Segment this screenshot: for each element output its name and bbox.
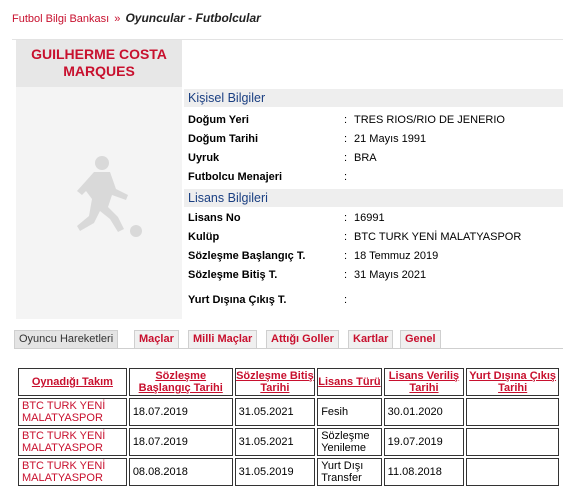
info-row-contract-start: Sözleşme Başlangıç T. : 18 Temmuz 2019 <box>184 247 563 265</box>
cell-contract-end: 31.05.2021 <box>234 428 316 456</box>
tab-player-moves[interactable]: Oyuncu Hareketleri <box>14 330 119 348</box>
cell-abroad-exit <box>466 428 559 456</box>
info-value: TRES RIOS/RIO DE JENERIO <box>354 114 505 126</box>
breadcrumb-root-link[interactable]: Futbol Bilgi Bankası <box>12 13 109 25</box>
cell-license-type: Fesih <box>317 398 382 426</box>
info-row-club: Kulüp : BTC TURK YENİ MALATYASPOR <box>184 228 563 246</box>
info-label: Futbolcu Menajeri <box>188 171 283 183</box>
header-team[interactable]: Oynadığı Takım <box>18 368 127 396</box>
info-value: BRA <box>354 152 377 164</box>
table-header-row: Oynadığı Takım Sözleşme Başlangıç Tarihi… <box>18 368 559 396</box>
header-license-type[interactable]: Lisans Türü <box>317 368 382 396</box>
cell-contract-start: 18.07.2019 <box>128 428 233 456</box>
info-label: Sözleşme Başlangıç T. <box>188 250 306 262</box>
tab-cards[interactable]: Kartlar <box>348 330 394 348</box>
player-name: GUILHERME COSTA MARQUES <box>16 40 182 87</box>
breadcrumb: Futbol Bilgi Bankası » Oyuncular - Futbo… <box>12 11 261 25</box>
header-license-date[interactable]: Lisans Veriliş Tarihi <box>383 368 465 396</box>
info-label: Kulüp <box>188 231 220 243</box>
cell-license-date: 19.07.2019 <box>383 428 465 456</box>
player-name-line1: GUILHERME COSTA <box>31 46 167 62</box>
info-row-agent: Futbolcu Menajeri : <box>184 168 563 186</box>
info-value: 21 Mayıs 1991 <box>354 133 427 145</box>
tab-general[interactable]: Genel <box>400 330 441 348</box>
breadcrumb-current: Oyuncular - Futbolcular <box>125 11 261 25</box>
player-photo <box>16 87 182 319</box>
cell-team[interactable]: BTC TURK YENİ MALATYASPOR <box>18 398 127 426</box>
info-label: Sözleşme Bitiş T. <box>188 269 278 281</box>
info-value: 31 Mayıs 2021 <box>354 269 427 281</box>
info-row-license-no: Lisans No : 16991 <box>184 209 563 227</box>
tab-matches[interactable]: Maçlar <box>134 330 179 348</box>
cell-contract-end: 31.05.2021 <box>234 398 316 426</box>
cell-contract-start: 08.08.2018 <box>128 458 233 486</box>
info-row-nationality: Uyruk : BRA <box>184 149 563 167</box>
table-row: BTC TURK YENİ MALATYASPOR 08.08.2018 31.… <box>18 458 559 486</box>
table-row: BTC TURK YENİ MALATYASPOR 18.07.2019 31.… <box>18 398 559 426</box>
cell-license-date: 30.01.2020 <box>383 398 465 426</box>
info-row-birthdate: Doğum Tarihi : 21 Mayıs 1991 <box>184 130 563 148</box>
tab-divider <box>14 348 563 349</box>
table-row: BTC TURK YENİ MALATYASPOR 18.07.2019 31.… <box>18 428 559 456</box>
tab-goals[interactable]: Attığı Goller <box>266 330 339 348</box>
tab-national-matches[interactable]: Milli Maçlar <box>188 330 258 348</box>
header-contract-end[interactable]: Sözleşme Bitiş Tarihi <box>234 368 316 396</box>
info-label: Yurt Dışına Çıkış T. <box>188 294 287 306</box>
player-name-line2: MARQUES <box>63 63 135 79</box>
personal-info-title: Kişisel Bilgiler <box>184 89 563 107</box>
player-silhouette-icon <box>77 156 142 237</box>
info-label: Doğum Yeri <box>188 114 249 126</box>
cell-license-type: Sözleşme Yenileme <box>317 428 382 456</box>
header-abroad-exit[interactable]: Yurt Dışına Çıkış Tarihi <box>466 368 559 396</box>
info-value: BTC TURK YENİ MALATYASPOR <box>354 231 522 243</box>
info-label: Uyruk <box>188 152 220 164</box>
cell-license-type: Yurt Dışı Transfer <box>317 458 382 486</box>
cell-contract-end: 31.05.2019 <box>234 458 316 486</box>
info-value: 18 Temmuz 2019 <box>354 250 439 262</box>
info-label: Lisans No <box>188 212 241 224</box>
license-info-title: Lisans Bilgileri <box>184 189 563 207</box>
player-moves-table: Oynadığı Takım Sözleşme Başlangıç Tarihi… <box>16 366 561 488</box>
cell-contract-start: 18.07.2019 <box>128 398 233 426</box>
cell-team[interactable]: BTC TURK YENİ MALATYASPOR <box>18 428 127 456</box>
info-row-abroad-exit: Yurt Dışına Çıkış T. : <box>184 291 563 309</box>
cell-abroad-exit <box>466 398 559 426</box>
cell-license-date: 11.08.2018 <box>383 458 465 486</box>
info-row-birthplace: Doğum Yeri : TRES RIOS/RIO DE JENERIO <box>184 111 563 129</box>
player-card: GUILHERME COSTA MARQUES Kişisel Bilgiler… <box>12 39 563 319</box>
info-label: Doğum Tarihi <box>188 133 259 145</box>
cell-abroad-exit <box>466 458 559 486</box>
cell-team[interactable]: BTC TURK YENİ MALATYASPOR <box>18 458 127 486</box>
player-info: Kişisel Bilgiler Doğum Yeri : TRES RIOS/… <box>184 87 563 319</box>
info-row-contract-end: Sözleşme Bitiş T. : 31 Mayıs 2021 <box>184 266 563 284</box>
info-value: 16991 <box>354 212 385 224</box>
header-contract-start[interactable]: Sözleşme Başlangıç Tarihi <box>128 368 233 396</box>
breadcrumb-separator: » <box>114 13 121 25</box>
